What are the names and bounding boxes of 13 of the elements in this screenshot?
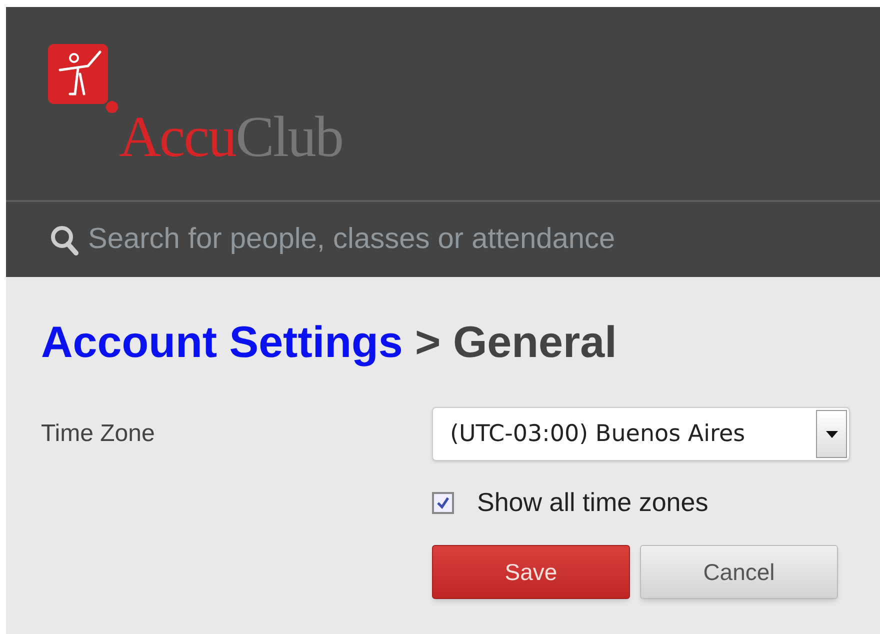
time-zone-dropdown[interactable]: (UTC-03:00) Buenos Aires — [432, 407, 850, 461]
check-icon — [436, 496, 450, 510]
field-label: Time Zone — [41, 419, 156, 449]
page-title: Account Settings > General — [41, 317, 618, 369]
cancel-button[interactable]: Cancel — [640, 545, 838, 599]
checkbox-label: Show all time zones — [477, 486, 708, 519]
checkbox[interactable] — [432, 492, 454, 514]
save-button[interactable]: Save — [432, 545, 630, 599]
dropdown-arrow-button[interactable] — [816, 410, 847, 458]
search-icon — [50, 224, 80, 256]
logo-icon — [48, 44, 118, 114]
breadcrumb-link[interactable]: Account Settings — [41, 318, 403, 367]
caret-icon — [826, 430, 838, 438]
